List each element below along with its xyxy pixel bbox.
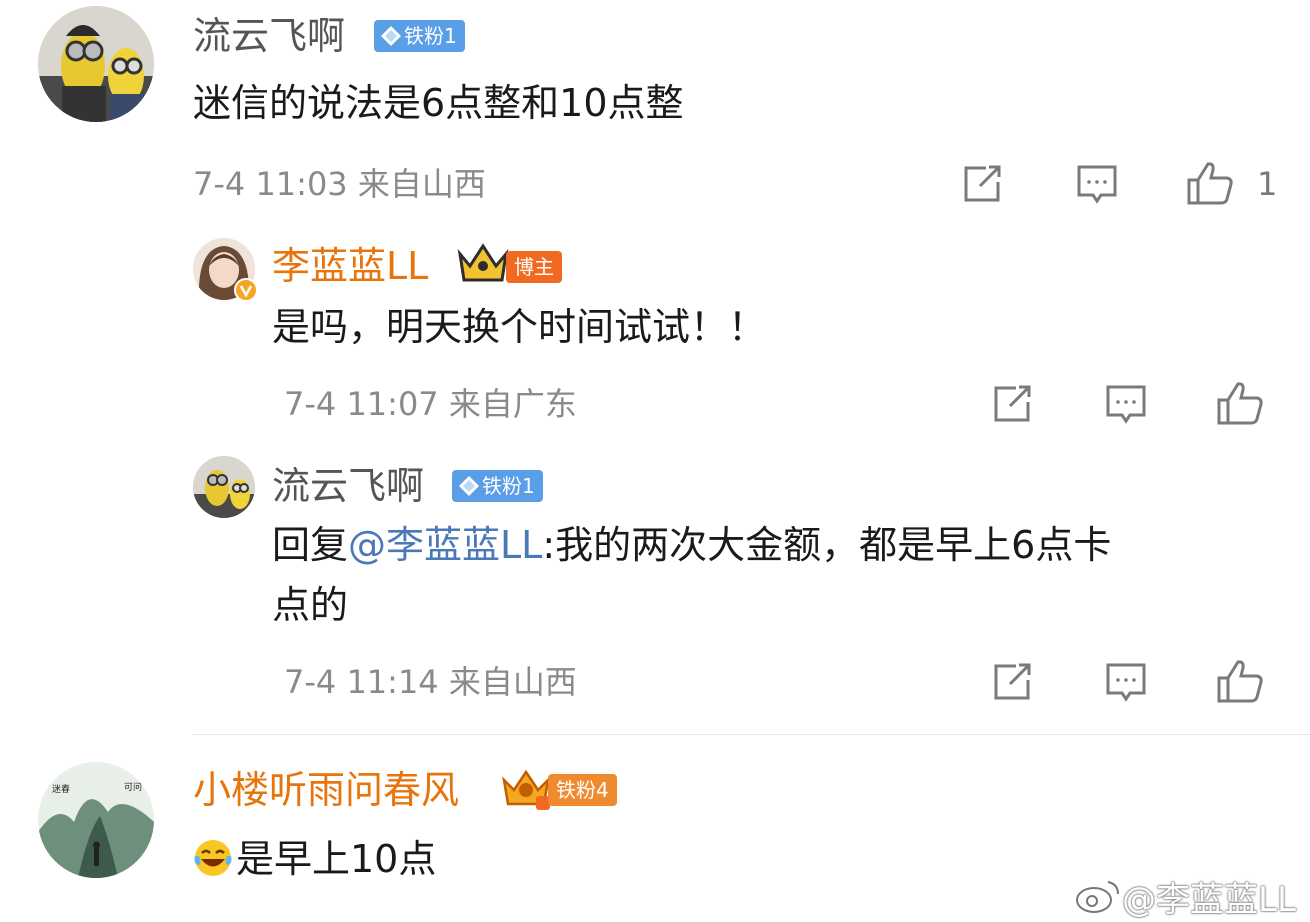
watermark: @李蓝蓝LL bbox=[1122, 880, 1296, 920]
fan-level-icon bbox=[502, 769, 550, 810]
svg-text:迷春: 迷春 bbox=[52, 783, 70, 795]
badge-label: 铁粉1 bbox=[482, 474, 535, 498]
share-icon[interactable] bbox=[962, 164, 1004, 204]
username[interactable]: 李蓝蓝LL bbox=[272, 244, 428, 288]
username[interactable]: 流云飞啊 bbox=[272, 464, 424, 508]
reply-text: 是吗，明天换个时间试试！！ bbox=[272, 305, 767, 349]
host-badge: 博主 bbox=[506, 251, 562, 283]
share-icon[interactable] bbox=[992, 662, 1034, 702]
diamond-icon bbox=[381, 26, 401, 46]
svg-text:可问: 可问 bbox=[124, 781, 142, 793]
reply-text-line2: 点的 bbox=[272, 583, 349, 627]
divider bbox=[193, 734, 1310, 735]
comment-icon[interactable] bbox=[1105, 384, 1147, 426]
share-icon[interactable] bbox=[992, 384, 1034, 424]
minion-avatar-image bbox=[193, 456, 255, 518]
weibo-logo-icon bbox=[1076, 881, 1119, 913]
verified-icon bbox=[234, 278, 258, 302]
reply-meta: 7-4 11:07 来自广东 bbox=[284, 385, 577, 423]
like-icon[interactable] bbox=[1216, 658, 1264, 704]
fan-badge: 铁粉1 bbox=[452, 470, 543, 502]
like-icon[interactable] bbox=[1186, 160, 1234, 206]
reply-body: :我的两次大金额，都是早上6点卡 bbox=[542, 523, 1112, 567]
reply-prefix: 回复 bbox=[272, 523, 349, 567]
reply-text: 回复@李蓝蓝LL:我的两次大金额，都是早上6点卡 bbox=[272, 514, 1282, 576]
badge-label: 铁粉1 bbox=[404, 24, 457, 48]
comment-meta: 7-4 11:03 来自山西 bbox=[193, 165, 486, 203]
fan-badge: 铁粉4 bbox=[548, 774, 617, 806]
crown-icon bbox=[457, 243, 509, 282]
comment-text: 是早上10点 bbox=[236, 837, 437, 881]
laughing-tears-emoji-icon bbox=[194, 840, 232, 876]
fan-badge: 铁粉1 bbox=[374, 20, 465, 52]
badge-label: 博主 bbox=[514, 255, 554, 279]
comment-icon[interactable] bbox=[1105, 662, 1147, 704]
diamond-icon bbox=[459, 476, 479, 496]
landscape-avatar-image: 迷春 可问 bbox=[38, 762, 154, 878]
comment-icon[interactable] bbox=[1076, 164, 1118, 206]
comment-text: 迷信的说法是6点整和10点整 bbox=[193, 81, 684, 125]
like-count: 1 bbox=[1257, 165, 1278, 203]
avatar[interactable] bbox=[38, 6, 154, 122]
badge-label: 铁粉4 bbox=[556, 778, 609, 802]
mention-link[interactable]: @李蓝蓝LL bbox=[348, 523, 542, 567]
like-icon[interactable] bbox=[1216, 380, 1264, 426]
minion-avatar-image bbox=[38, 6, 154, 122]
avatar[interactable] bbox=[193, 456, 255, 518]
reply-meta: 7-4 11:14 来自山西 bbox=[284, 663, 577, 701]
username[interactable]: 流云飞啊 bbox=[193, 14, 345, 58]
username[interactable]: 小楼听雨问春风 bbox=[193, 768, 459, 812]
avatar[interactable]: 迷春 可问 bbox=[38, 762, 154, 878]
